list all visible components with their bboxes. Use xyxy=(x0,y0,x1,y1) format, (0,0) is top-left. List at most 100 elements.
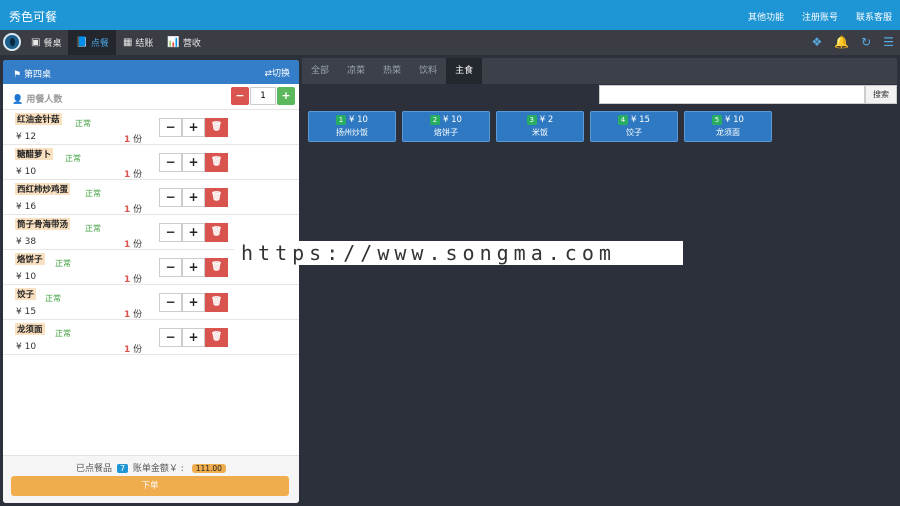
trash-icon: 🗑 xyxy=(210,297,223,307)
people-increase-button[interactable]: + xyxy=(277,87,295,105)
order-item-name: 饺子 xyxy=(15,288,37,300)
dish-card-header: 2 ¥ 10 xyxy=(403,115,489,125)
order-item-price: ¥ 16 xyxy=(16,202,37,212)
trash-icon: 🗑 xyxy=(210,332,223,342)
item-count-badge: 7 xyxy=(116,464,129,473)
dish-card[interactable]: 1 ¥ 10 扬州炒饭 xyxy=(308,111,396,142)
decrease-qty-button[interactable]: − xyxy=(159,328,182,347)
dish-card[interactable]: 3 ¥ 2 米饭 xyxy=(496,111,584,142)
menu-item-book[interactable]: 📘 点餐 xyxy=(68,30,116,55)
order-item-qty: 1 份 xyxy=(124,202,142,215)
tab-category-1[interactable]: 凉菜 xyxy=(338,58,374,84)
order-item-qty-unit: 份 xyxy=(133,205,143,215)
category-tabs: 全部 凉菜 热菜 饮料 主食 xyxy=(302,58,897,84)
decrease-qty-button[interactable]: − xyxy=(159,223,182,242)
delete-item-button[interactable]: 🗑 xyxy=(205,293,228,312)
search-bar: 搜索 xyxy=(599,85,897,104)
dish-card[interactable]: 5 ¥ 10 龙须面 xyxy=(684,111,772,142)
ordered-items-list: 红油金针菇 正常 ¥ 12 1 份 − + 🗑 糖醋萝卜 正常 ¥ 10 1 份 − + 🗑 西红柿炒鸡蛋正… xyxy=(3,110,299,355)
order-item-row: 西红柿炒鸡蛋正常 ¥ 16 1 份 − + 🗑 xyxy=(3,180,299,215)
dish-card[interactable]: 2 ¥ 10 烙饼子 xyxy=(402,111,490,142)
refresh-icon[interactable]: ↻ xyxy=(861,35,871,49)
order-item-qty: 1 份 xyxy=(124,132,142,145)
order-item-row: 红油金针菇 正常 ¥ 12 1 份 − + 🗑 xyxy=(3,110,299,145)
people-count-stepper: − 1 + xyxy=(231,87,295,105)
decrease-qty-button[interactable]: − xyxy=(159,188,182,207)
dish-name: 烙饼子 xyxy=(434,128,458,137)
delete-item-button[interactable]: 🗑 xyxy=(205,258,228,277)
menu-item-label: 结账 xyxy=(135,39,154,49)
tab-category-2[interactable]: 热菜 xyxy=(374,58,410,84)
amount-badge: 111.00 xyxy=(191,464,226,473)
delete-item-button[interactable]: 🗑 xyxy=(205,188,228,207)
order-panel: ⚑ 第四桌 ⇄切换 👤 用餐人数 − 1 + 红油金针菇 正常 ¥ 12 1 份 − + 🗑… xyxy=(3,60,299,503)
table-name: ⚑ 第四桌 xyxy=(13,70,51,80)
order-item-row: 糖醋萝卜 正常 ¥ 10 1 份 − + 🗑 xyxy=(3,145,299,180)
top-nav-other-functions[interactable]: 其他功能 xyxy=(748,10,784,23)
order-item-status: 正常 xyxy=(85,189,101,198)
people-decrease-button[interactable]: − xyxy=(231,87,249,105)
order-item-price: ¥ 10 xyxy=(16,272,37,282)
order-item-status: 正常 xyxy=(75,119,91,128)
increase-qty-button[interactable]: + xyxy=(182,223,205,242)
order-item-qty-unit: 份 xyxy=(133,310,143,320)
increase-qty-button[interactable]: + xyxy=(182,258,205,277)
dish-name: 饺子 xyxy=(626,128,642,137)
top-nav-register[interactable]: 注册账号 xyxy=(802,10,838,23)
person-icon: 👤 xyxy=(12,95,24,105)
gift-icon[interactable]: ❖ xyxy=(811,35,822,49)
order-item-stepper: − + 🗑 xyxy=(159,258,228,277)
table-name-label: 第四桌 xyxy=(23,70,51,80)
trash-icon: 🗑 xyxy=(210,262,223,272)
order-item-qty-value: 1 xyxy=(124,275,131,285)
order-item-qty-value: 1 xyxy=(124,135,131,145)
order-item-price: ¥ 38 xyxy=(16,237,37,247)
order-item-price: ¥ 15 xyxy=(16,307,37,317)
decrease-qty-button[interactable]: − xyxy=(159,153,182,172)
switch-table-button[interactable]: ⇄切换 xyxy=(264,66,290,79)
search-button[interactable]: 搜索 xyxy=(865,85,897,104)
order-panel-header: ⚑ 第四桌 ⇄切换 xyxy=(3,60,299,84)
search-input[interactable] xyxy=(599,85,865,104)
order-item-price: ¥ 10 xyxy=(16,342,37,352)
delete-item-button[interactable]: 🗑 xyxy=(205,118,228,137)
dish-index-badge: 5 xyxy=(712,115,723,125)
people-count-label-text: 用餐人数 xyxy=(26,95,63,105)
menu-item-calculator[interactable]: ▦ 结账 xyxy=(116,30,160,55)
decrease-qty-button[interactable]: − xyxy=(159,118,182,137)
menu-item-bar-chart[interactable]: 📊 营收 xyxy=(160,30,207,55)
order-item-qty-value: 1 xyxy=(124,345,131,355)
top-nav-contact-support[interactable]: 联系客服 xyxy=(856,10,892,23)
order-item-qty-unit: 份 xyxy=(133,240,143,250)
decrease-qty-button[interactable]: − xyxy=(159,258,182,277)
increase-qty-button[interactable]: + xyxy=(182,293,205,312)
book-icon: 📘 xyxy=(75,37,88,48)
increase-qty-button[interactable]: + xyxy=(182,328,205,347)
order-item-stepper: − + 🗑 xyxy=(159,293,228,312)
dish-index-badge: 3 xyxy=(526,115,537,125)
order-item-qty-unit: 份 xyxy=(133,345,143,355)
table-icon: ▣ xyxy=(31,37,41,48)
increase-qty-button[interactable]: + xyxy=(182,153,205,172)
delete-item-button[interactable]: 🗑 xyxy=(205,328,228,347)
list-icon[interactable]: ☰ xyxy=(883,35,894,49)
increase-qty-button[interactable]: + xyxy=(182,188,205,207)
delete-item-button[interactable]: 🗑 xyxy=(205,153,228,172)
dish-card-header: 1 ¥ 10 xyxy=(309,115,395,125)
people-count-input[interactable]: 1 xyxy=(250,87,276,105)
dish-index-badge: 4 xyxy=(618,115,629,125)
decrease-qty-button[interactable]: − xyxy=(159,293,182,312)
delete-item-button[interactable]: 🗑 xyxy=(205,223,228,242)
tab-category-4[interactable]: 主食 xyxy=(446,58,483,84)
submit-order-button[interactable]: 下单 xyxy=(11,476,289,496)
tab-category-3[interactable]: 饮料 xyxy=(410,58,446,84)
order-item-name: 西红柿炒鸡蛋 xyxy=(15,183,71,195)
dish-card[interactable]: 4 ¥ 15 饺子 xyxy=(590,111,678,142)
bell-icon[interactable]: 🔔 xyxy=(834,35,849,49)
increase-qty-button[interactable]: + xyxy=(182,118,205,137)
order-item-name: 糖醋萝卜 xyxy=(15,148,54,160)
menu-item-table[interactable]: ▣ 餐桌 xyxy=(24,30,68,55)
order-item-stepper: − + 🗑 xyxy=(159,153,228,172)
tab-category-0[interactable]: 全部 xyxy=(302,58,338,84)
order-item-row: 饺子 正常 ¥ 15 1 份 − + 🗑 xyxy=(3,285,299,320)
